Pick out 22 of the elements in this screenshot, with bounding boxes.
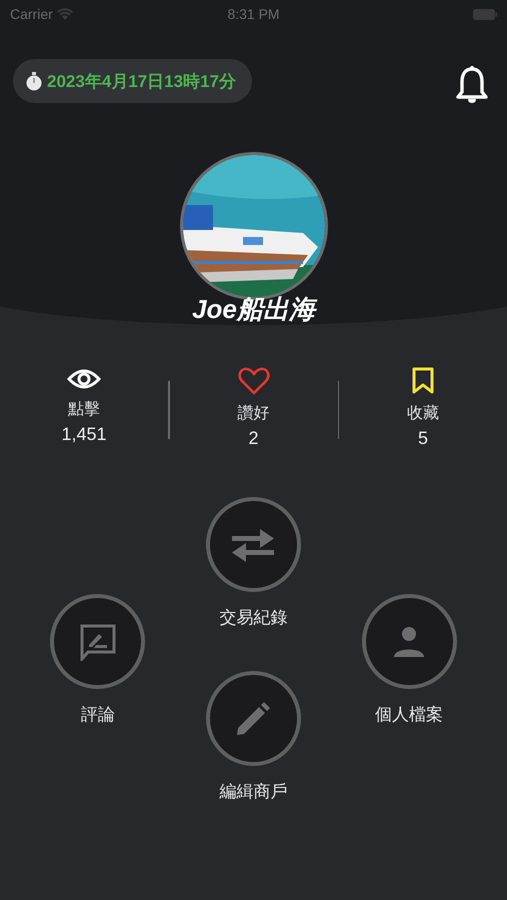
stat-label: 點擊	[68, 400, 100, 420]
pencil-icon	[235, 700, 272, 736]
comment-edit-icon	[78, 622, 117, 660]
bell-icon[interactable]	[455, 66, 489, 104]
status-time: 8:31 PM	[227, 6, 280, 22]
wifi-icon	[56, 8, 73, 20]
action-label: 評論	[80, 704, 115, 726]
timestamp-text: 2023年4月17日13時17分	[47, 70, 236, 92]
stat-value: 1,451	[61, 424, 107, 445]
swap-arrows-icon	[230, 526, 276, 562]
action-label: 交易紀錄	[219, 607, 288, 629]
stopwatch-icon	[25, 72, 43, 90]
action-label: 個人檔案	[375, 704, 444, 726]
battery-icon	[473, 8, 498, 20]
stat-label: 收藏	[407, 404, 439, 424]
carrier-label: Carrier	[10, 6, 53, 22]
person-icon	[393, 626, 426, 658]
stat-value: 5	[418, 428, 428, 449]
action-label: 編緝商戶	[219, 781, 288, 803]
stat-value: 2	[248, 428, 258, 449]
merchant-name: Joe船出海	[0, 292, 507, 327]
stat-label: 讚好	[238, 404, 270, 424]
